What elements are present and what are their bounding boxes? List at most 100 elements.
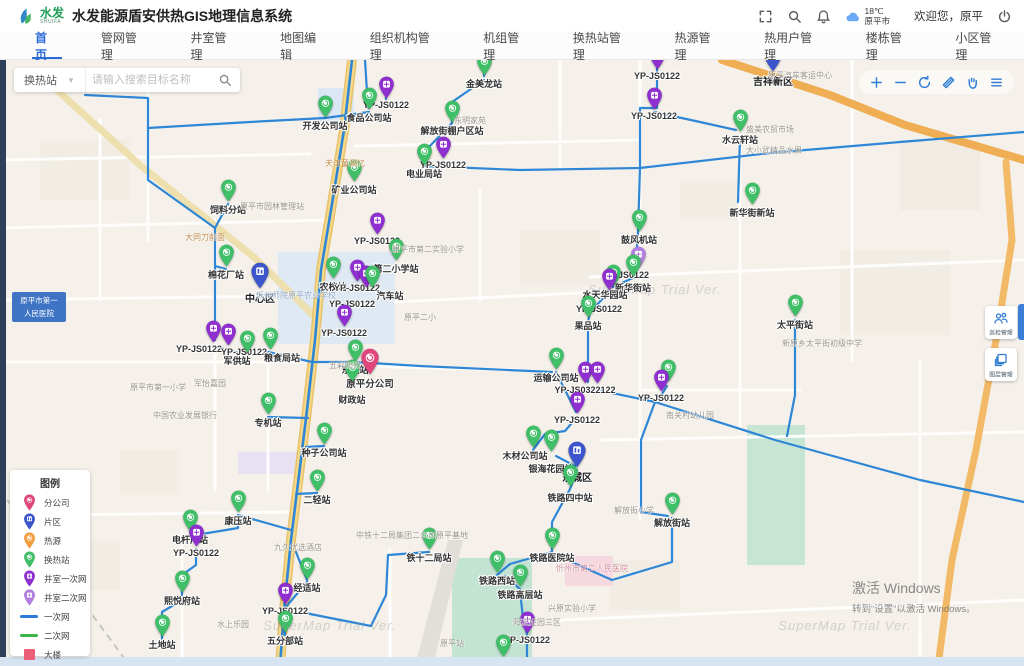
map-edge-sliver xyxy=(0,60,6,666)
zoom-in-icon[interactable] xyxy=(869,75,884,90)
map-poi-label-13: 兴原实验小学 xyxy=(548,603,596,614)
cloud-icon xyxy=(845,9,860,24)
nav-tab-3[interactable]: 地图编辑 xyxy=(259,32,349,59)
map-viewport[interactable]: YP-JS0122吉祥新区金美龙站YP-JS0122食品公司站YP-JS0122… xyxy=(0,60,1024,666)
logout-icon[interactable] xyxy=(997,9,1012,24)
zoom-out-icon[interactable] xyxy=(893,75,908,90)
chevron-down-icon: ▼ xyxy=(67,76,75,85)
bell-icon[interactable] xyxy=(816,9,831,24)
legend-title: 图例 xyxy=(10,475,90,490)
map-poi-label-22: 五彩阳光 xyxy=(329,360,361,371)
legend-item-热源: 热源 xyxy=(10,531,90,550)
legend-label: 片区 xyxy=(44,516,61,528)
map-poi-label-9: 中铁十二局集团二公司原平基地 xyxy=(356,530,468,541)
nav-bar: 首页管网管理井室管理地图编辑组织机构管理机组管理换热站管理热源管理热用户管理楼栋… xyxy=(0,32,1024,60)
search-category-dropdown[interactable]: 换热站 ▼ xyxy=(14,68,86,92)
map-search-bar: 换热站 ▼ xyxy=(14,68,240,92)
nav-tab-10[interactable]: 小区管理 xyxy=(934,32,1024,59)
map-watermark-2: SuperMap Trial Ver. xyxy=(778,618,911,633)
nav-tab-5[interactable]: 机组管理 xyxy=(462,32,552,59)
nav-tab-8[interactable]: 热用户管理 xyxy=(743,32,845,59)
legend-rows: 分公司片区热源换热站井室一次网井室二次网一次网二次网大楼 xyxy=(10,493,90,664)
logo-icon xyxy=(16,6,36,26)
patrol-button-label: 巡检管理 xyxy=(989,328,1012,337)
legend-item-大楼: 大楼 xyxy=(10,645,90,664)
legend-swatch-line2 xyxy=(20,634,38,637)
windows-activate-watermark: 激活 Windows 转到“设置”以激活 Windows。 xyxy=(852,578,976,615)
nav-tab-4[interactable]: 组织机构管理 xyxy=(349,32,462,59)
legend-item-片区: 片区 xyxy=(10,512,90,531)
header-actions: 18℃ 原平市 欢迎您，原平 xyxy=(758,0,1012,32)
search-submit-icon[interactable] xyxy=(218,73,232,87)
map-poi-label-15: 南关村幼儿园 xyxy=(666,410,714,421)
reset-icon[interactable] xyxy=(917,75,932,90)
map-poi-label-7: 军怡嘉园 xyxy=(194,378,226,389)
legend-swatch-substation xyxy=(20,551,38,568)
marker-layer: YP-JS0122吉祥新区金美龙站YP-JS0122食品公司站YP-JS0122… xyxy=(0,60,1024,666)
map-poi-label-2: 原平市第二实验小学 xyxy=(392,244,464,255)
layer-list-icon[interactable] xyxy=(989,75,1004,90)
page-title: 水发能源盾安供热GIS地理信息系统 xyxy=(72,6,292,26)
legend-label: 一次网 xyxy=(44,611,70,623)
search-input[interactable] xyxy=(86,74,218,86)
map-poi-label-12: 阳光庄园三区 xyxy=(513,617,561,628)
legend-swatch-line1 xyxy=(20,615,38,618)
nav-tab-7[interactable]: 热源管理 xyxy=(653,32,743,59)
layers-button[interactable]: 图层管理 xyxy=(985,348,1017,381)
map-poi-label-16: 盛美农贸市场 xyxy=(746,124,794,135)
legend-label: 井室一次网 xyxy=(44,573,87,585)
legend-swatch-source xyxy=(20,532,38,549)
map-poi-label-19: 新原乡太平街初级中学 xyxy=(782,338,862,349)
app-window: 水发 SHUIFA 水发能源盾安供热GIS地理信息系统 18℃ 原平市 欢迎您，… xyxy=(0,0,1024,666)
legend-label: 换热站 xyxy=(44,554,70,566)
map-poi-label-0: 原平市园林管理站 xyxy=(240,201,304,212)
patrol-button[interactable]: 巡检管理 xyxy=(985,306,1017,339)
layers-icon xyxy=(993,352,1009,368)
map-poi-label-10: 水上乐园 xyxy=(217,619,249,630)
legend-item-一次网: 一次网 xyxy=(10,607,90,626)
legend-swatch-well2 xyxy=(20,589,38,606)
legend-swatch-branch xyxy=(20,494,38,511)
legend-swatch-well1 xyxy=(20,570,38,587)
legend-swatch-district xyxy=(20,513,38,530)
logo-text-cn: 水发 xyxy=(40,8,64,19)
temperature: 18℃ xyxy=(864,6,890,16)
map-poi-label-3: 大同刀削面 xyxy=(185,232,225,243)
search-icon[interactable] xyxy=(787,9,802,24)
map-poi-label-20: 忻州市第二人民医院 xyxy=(556,563,628,574)
legend-item-井室二次网: 井室二次网 xyxy=(10,588,90,607)
weather-widget: 18℃ 原平市 xyxy=(845,6,890,26)
map-poi-label-1: 忻州师院原平农业学校 xyxy=(256,290,336,301)
welcome-text: 欢迎您，原平 xyxy=(914,8,983,24)
legend-label: 二次网 xyxy=(44,630,70,642)
nav-tab-0[interactable]: 首页 xyxy=(14,32,80,59)
search-category-value: 换热站 xyxy=(24,72,57,88)
measure-icon[interactable] xyxy=(941,75,956,90)
nav-tab-9[interactable]: 楼栋管理 xyxy=(845,32,935,59)
map-watermark-1: SuperMap Trial Ver. xyxy=(263,618,396,633)
map-watermark-0: SuperMap Trial Ver. xyxy=(588,282,721,297)
legend-item-二次网: 二次网 xyxy=(10,626,90,645)
map-poi-label-23: 东明家苑 xyxy=(454,115,486,126)
layers-button-label: 图层管理 xyxy=(989,370,1012,379)
logo-text-en: SHUIFA xyxy=(40,19,64,25)
map-poi-label-8: 九久优选酒店 xyxy=(274,542,322,553)
legend-label: 井室二次网 xyxy=(44,592,87,604)
legend-item-井室一次网: 井室一次网 xyxy=(10,569,90,588)
logo: 水发 SHUIFA xyxy=(16,6,64,26)
map-poi-label-4: 天津童涮忆 xyxy=(325,158,365,169)
nav-tab-2[interactable]: 井室管理 xyxy=(169,32,259,59)
legend-item-换热站: 换热站 xyxy=(10,550,90,569)
hospital-sign: 原平市第一 人民医院 xyxy=(12,292,66,322)
nav-tab-6[interactable]: 换热站管理 xyxy=(552,32,654,59)
map-poi-label-14: 解放街小学 xyxy=(614,505,654,516)
map-poi-label-21: 原平二小 xyxy=(404,312,436,323)
nav-tab-1[interactable]: 管网管理 xyxy=(80,32,170,59)
pan-icon[interactable] xyxy=(965,75,980,90)
map-poi-label-11: 原平站 xyxy=(440,638,464,649)
fullscreen-icon[interactable] xyxy=(758,9,773,24)
map-poi-label-5: 中国农业发展银行 xyxy=(153,410,217,421)
legend-label: 热源 xyxy=(44,535,61,547)
map-poi-label-6: 原平市第一小学 xyxy=(130,382,186,393)
side-panel-tab[interactable] xyxy=(1018,304,1024,340)
